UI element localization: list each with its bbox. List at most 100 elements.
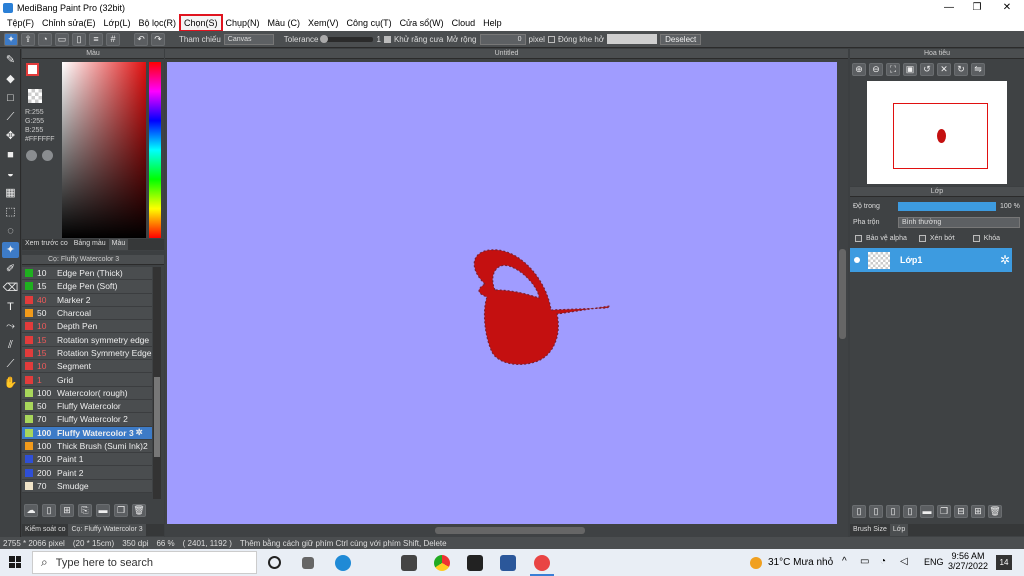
menu-tools[interactable]: Công cụ(T) (343, 15, 396, 31)
clock[interactable]: 9:56 AM 3/27/2022 (948, 551, 988, 571)
select-tool-icon[interactable]: ⬚ (2, 204, 19, 220)
transparent-color-swatch[interactable] (28, 89, 42, 103)
canvas-hscroll[interactable] (435, 527, 585, 534)
menu-cloud[interactable]: Cloud (448, 15, 480, 31)
edge-browser-icon[interactable] (335, 555, 351, 571)
chrome-icon[interactable] (434, 555, 450, 571)
tray-network-icon[interactable]: ▭ (860, 556, 869, 567)
language-indicator[interactable]: ENG (924, 557, 944, 567)
start-button[interactable] (9, 556, 21, 568)
tab-palette[interactable]: Bảng màu (71, 239, 109, 250)
blend-select[interactable]: Bình thường (898, 217, 1020, 228)
tab-color[interactable]: Màu (108, 239, 129, 250)
bucket-tool-icon[interactable]: ◒ (2, 166, 19, 182)
hand-tool-icon[interactable]: ✋ (2, 375, 19, 391)
brush-list-item[interactable]: 10 Edge Pen (Thick) (22, 267, 152, 281)
brush-list-item[interactable]: 15 Rotation Symmetry Edge (22, 346, 152, 361)
brush-list-item[interactable]: 1 Grid (22, 373, 152, 387)
new-8bit-layer-icon[interactable]: ▯ (886, 505, 900, 518)
layer-menu-icon[interactable]: ⊞ (971, 505, 985, 518)
tab-preview[interactable]: Xem trước co (22, 239, 71, 250)
text-icon[interactable]: ≡ (89, 32, 103, 46)
tab-brush-control[interactable]: Kiểm soát co (22, 524, 68, 536)
brush-list-item[interactable]: 15 Edge Pen (Soft) (22, 280, 152, 294)
drawing-canvas[interactable] (167, 62, 837, 524)
minimize-button[interactable]: — (934, 0, 964, 15)
reference-select[interactable]: Canvas (223, 33, 274, 45)
undo-icon[interactable]: ↶ (134, 32, 148, 46)
close-gap-input[interactable] (607, 34, 658, 44)
tray-volume-icon[interactable]: ◁ (900, 556, 908, 567)
brush-list-item[interactable]: 70 Smudge (22, 479, 152, 494)
merge-layer-icon[interactable]: ⊟ (954, 505, 968, 518)
message-icon[interactable]: ▭ (55, 32, 69, 46)
tray-wifi-icon[interactable]: ◔ (880, 556, 886, 567)
tab-layer[interactable]: Lớp (889, 524, 909, 536)
gradient-tool-icon[interactable]: ▦ (2, 185, 19, 201)
hue-slider[interactable] (149, 62, 161, 238)
navigator-preview[interactable] (867, 81, 1007, 184)
brush-list-item[interactable]: 100 Watercolor( rough) (22, 386, 152, 400)
zoom-out-icon[interactable]: ⊖ (869, 63, 883, 76)
menu-layer[interactable]: Lớp(L) (100, 15, 135, 31)
brush-list-item[interactable]: 100 Fluffy Watercolor 3 ✲ (22, 426, 152, 440)
lock-checkbox[interactable] (972, 235, 980, 242)
eraser-tool-icon[interactable]: ◆ (2, 71, 19, 87)
canvas-vscroll[interactable] (839, 249, 846, 339)
brush-list-item[interactable]: 50 Charcoal (22, 306, 152, 321)
redo-icon[interactable]: ↷ (151, 32, 165, 46)
dot-tool-icon[interactable]: ⟋ (2, 109, 19, 125)
brush-duplicate-icon[interactable]: ❐ (114, 504, 128, 517)
antialias-checkbox[interactable] (383, 35, 391, 43)
select-pen-tool-icon[interactable]: ✐ (2, 261, 19, 277)
actual-size-icon[interactable]: ▣ (903, 63, 917, 76)
tolerance-slider[interactable] (320, 34, 374, 43)
layer-visibility-icon[interactable] (854, 257, 860, 263)
brush-list-scroll-thumb[interactable] (154, 377, 160, 457)
eyedropper-tool-icon[interactable]: ⟋ (2, 356, 19, 372)
menu-filter[interactable]: Bộ lọc(R) (134, 15, 180, 31)
duplicate-layer-icon[interactable]: ❐ (937, 505, 951, 518)
brush-list-item[interactable]: 40 Marker 2 (22, 293, 152, 307)
layer-row[interactable]: Lớp1 ✲ (850, 248, 1012, 272)
brush-add-icon[interactable]: ▯ (42, 504, 56, 517)
brush-list-item[interactable]: 50 Fluffy Watercolor (22, 399, 152, 414)
magic-wand-tool-icon[interactable]: ✦ (2, 242, 19, 258)
tolerance-slider-handle[interactable] (320, 34, 329, 43)
tab-brush[interactable]: Cọ: Fluffy Watercolor 3 (68, 524, 146, 536)
fit-icon[interactable]: ⛶ (886, 63, 900, 76)
delete-layer-icon[interactable]: 🗑 (988, 505, 1002, 518)
taskbar-search[interactable]: ⌕ Type here to search (32, 551, 257, 574)
operation-tool-icon[interactable]: ⤳ (2, 318, 19, 334)
new-1bit-layer-icon[interactable]: ▯ (903, 505, 917, 518)
clipping-checkbox[interactable] (918, 235, 926, 242)
palette-icon[interactable] (26, 150, 37, 161)
menu-color[interactable]: Màu (C) (264, 15, 305, 31)
close-button[interactable]: ✕ (992, 0, 1022, 15)
tray-chevron-icon[interactable]: ^ (842, 556, 847, 567)
saturation-value-picker[interactable] (62, 62, 146, 238)
medibang-taskbar-icon[interactable] (534, 555, 550, 571)
primary-color-swatch[interactable] (26, 63, 39, 76)
brush-folder-icon[interactable]: ▬ (96, 504, 110, 517)
grid-icon[interactable]: # (106, 32, 120, 46)
brush-list-item[interactable]: 200 Paint 1 (22, 453, 152, 467)
brush-settings-gear-icon[interactable]: ✲ (136, 427, 143, 438)
page-icon[interactable]: ▯ (72, 32, 86, 46)
comment-icon[interactable]: ◔ (38, 32, 52, 46)
protect-alpha-checkbox[interactable] (855, 235, 862, 242)
notification-badge[interactable]: 14 (996, 555, 1012, 570)
divide-tool-icon[interactable]: ⫽ (2, 337, 19, 353)
task-view-icon[interactable] (302, 557, 314, 569)
magic-wand-icon[interactable]: ✦ (4, 32, 18, 46)
rotate-left-icon[interactable]: ↺ (920, 63, 934, 76)
weather-icon[interactable] (750, 557, 762, 569)
layer-folder-icon[interactable]: ▬ (920, 505, 934, 518)
close-gap-checkbox[interactable] (547, 35, 555, 43)
brush-list-scrollbar[interactable] (153, 267, 161, 499)
brush-delete-icon[interactable]: 🗑 (132, 504, 146, 517)
new-halftone-layer-icon[interactable]: ▯ (869, 505, 883, 518)
new-layer-icon[interactable]: ▯ (852, 505, 866, 518)
brush-list-item[interactable]: 70 Fluffy Watercolor 2 (22, 413, 152, 427)
menu-file[interactable]: Tệp(F) (3, 15, 38, 31)
